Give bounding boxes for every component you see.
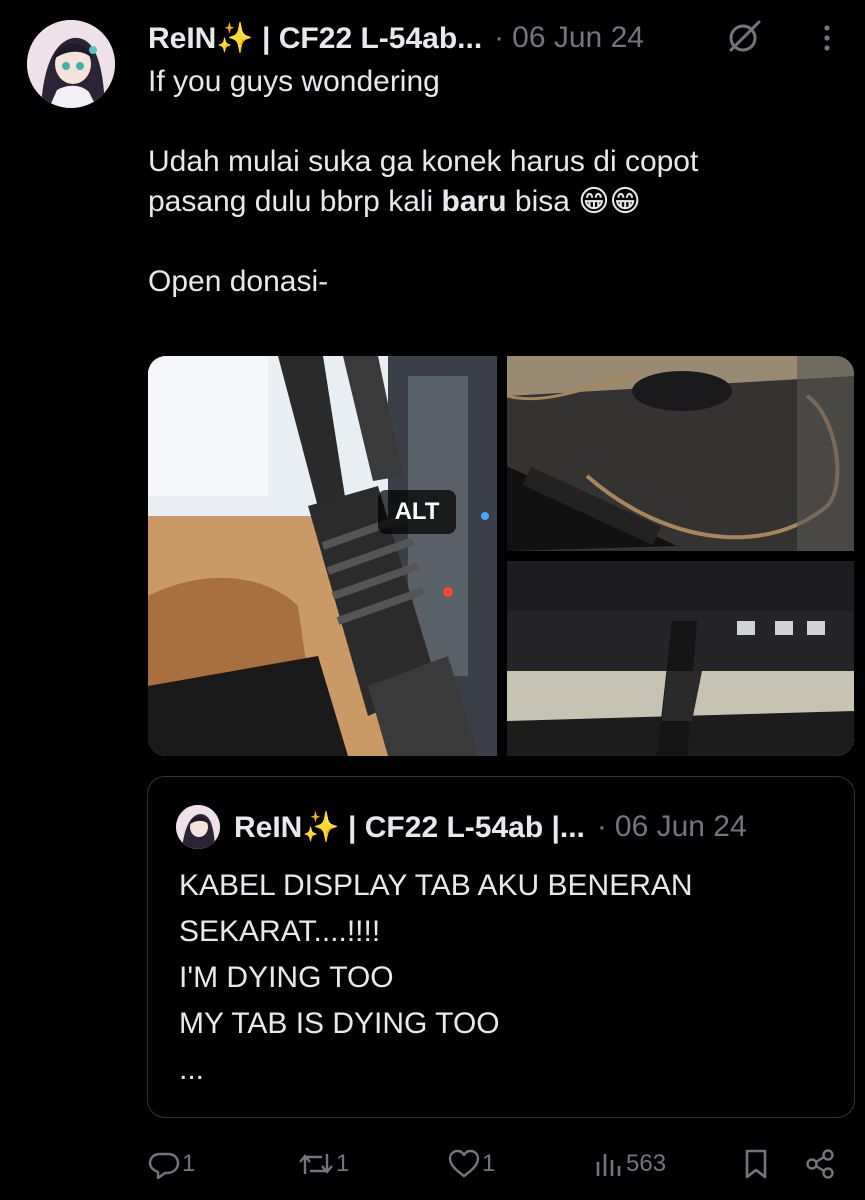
- quote-line: MY TAB IS DYING TOO: [179, 1007, 500, 1040]
- quoted-tweet[interactable]: ReIN✨ | CF22 L-54ab |... · 06 Jun 24 KAB…: [147, 776, 855, 1118]
- quote-author-name: ReIN✨ | CF22 L-54ab |...: [234, 810, 585, 844]
- photo-mouse-tablet[interactable]: [507, 356, 854, 551]
- alt-badge[interactable]: ALT: [378, 490, 456, 534]
- tweet-line: Udah mulai suka ga konek harus di copot: [148, 145, 699, 178]
- quote-line: KABEL DISPLAY TAB AKU BENERAN: [179, 869, 693, 902]
- views-button[interactable]: 563: [594, 1142, 666, 1186]
- photo-cable-closeup[interactable]: [148, 356, 497, 756]
- quote-line: ...: [179, 1053, 205, 1086]
- grok-icon[interactable]: [725, 18, 763, 56]
- tweet-text-segment: pasang dulu bbrp kali: [148, 185, 442, 218]
- views-icon: [596, 1154, 621, 1176]
- bookmark-button[interactable]: [742, 1142, 770, 1186]
- quote-date: 06 Jun 24: [614, 810, 747, 843]
- like-button[interactable]: 1: [448, 1142, 495, 1186]
- share-icon: [806, 1149, 834, 1179]
- quote-avatar: [176, 805, 220, 849]
- share-button[interactable]: [804, 1142, 836, 1186]
- separator-dot: ·: [596, 810, 607, 843]
- author-name[interactable]: ReIN✨ | CF22 L-54ab...: [148, 21, 482, 56]
- tweet-bold-word: baru: [441, 185, 507, 218]
- quote-line: SEKARAT....!!!!: [179, 915, 381, 948]
- repost-button[interactable]: 1: [298, 1142, 349, 1186]
- tweet-line: pasang dulu bbrp kali baru bisa 😁😁: [148, 182, 838, 222]
- more-icon[interactable]: [809, 18, 845, 56]
- tweet-header: ReIN✨ | CF22 L-54ab... · 06 Jun 24: [148, 16, 845, 60]
- reply-icon: [148, 1152, 180, 1180]
- media-grid: [148, 356, 854, 756]
- tweet-line: Open donasi-: [148, 265, 329, 298]
- quote-header: ReIN✨ | CF22 L-54ab |... · 06 Jun 24: [234, 805, 747, 849]
- avatar-illustration: [27, 20, 115, 108]
- quote-text: KABEL DISPLAY TAB AKU BENERAN SEKARAT...…: [179, 863, 839, 1093]
- tweet-text: If you guys wondering Udah mulai suka ga…: [148, 62, 838, 302]
- repost-count: 1: [336, 1150, 350, 1177]
- photo-cable-port[interactable]: [507, 561, 854, 756]
- action-bar: 1 1 1 563: [148, 1142, 848, 1186]
- repost-icon: [299, 1154, 333, 1174]
- reply-button[interactable]: 1: [148, 1142, 195, 1186]
- separator-dot: ·: [494, 21, 505, 54]
- like-count: 1: [482, 1150, 496, 1177]
- bookmark-icon: [745, 1149, 767, 1179]
- tweet-date[interactable]: 06 Jun 24: [512, 21, 644, 55]
- view-count: 563: [626, 1150, 667, 1177]
- avatar[interactable]: [27, 20, 115, 108]
- quote-line: I'M DYING TOO: [179, 961, 394, 994]
- tweet-text-segment: bisa 😁😁: [506, 185, 641, 218]
- tweet-line: If you guys wondering: [148, 65, 440, 98]
- reply-count: 1: [182, 1150, 196, 1177]
- like-icon: [448, 1149, 480, 1178]
